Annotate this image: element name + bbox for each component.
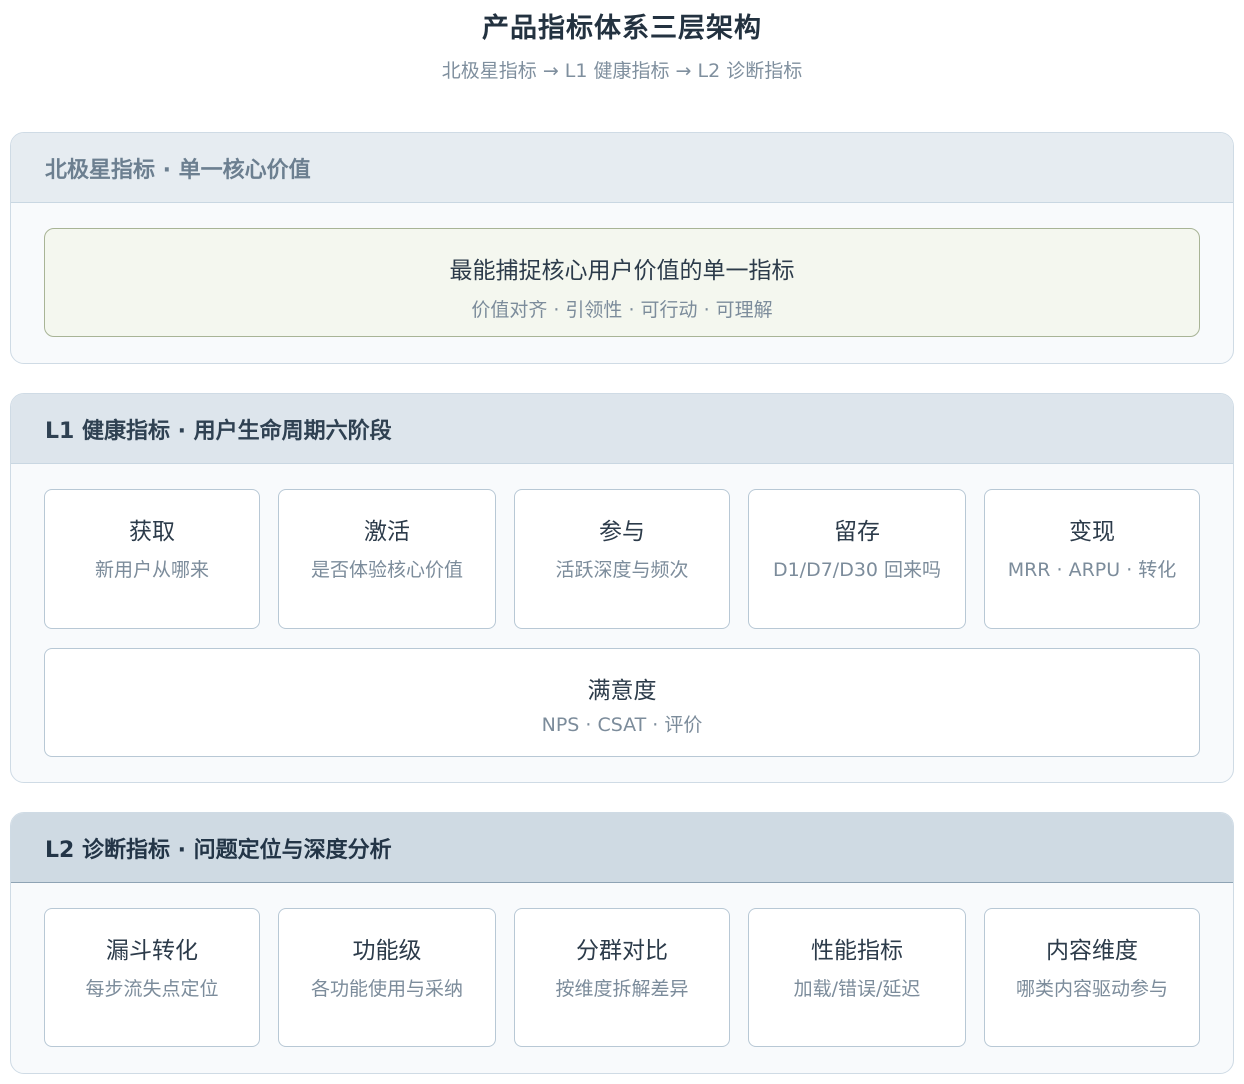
l1-card-title: 激活	[364, 519, 410, 545]
north-star-card: 最能捕捉核心用户价值的单一指标 价值对齐 · 引领性 · 可行动 · 可理解	[44, 228, 1200, 337]
l1-card-title: 获取	[129, 519, 175, 545]
l1-card-desc: 新用户从哪来	[94, 559, 209, 581]
l2-card-title: 漏斗转化	[106, 938, 198, 964]
l2-card-performance: 性能指标 加载/错误/延迟	[748, 908, 966, 1047]
l1-card-title: 留存	[834, 519, 880, 545]
l1-heading: L1 健康指标 · 用户生命周期六阶段	[11, 394, 1233, 464]
l1-card-acquisition: 获取 新用户从哪来	[44, 489, 260, 629]
l2-card-funnel: 漏斗转化 每步流失点定位	[44, 908, 260, 1047]
l1-card-retention: 留存 D1/D7/D30 回来吗	[748, 489, 966, 629]
l1-card-title: 参与	[599, 519, 645, 545]
north-star-card-desc: 价值对齐 · 引领性 · 可行动 · 可理解	[471, 299, 773, 321]
l1-card-activation: 激活 是否体验核心价值	[278, 489, 496, 629]
north-star-heading: 北极星指标 · 单一核心价值	[11, 133, 1233, 203]
l1-card-monetization: 变现 MRR · ARPU · 转化	[984, 489, 1200, 629]
l2-card-desc: 哪类内容驱动参与	[1015, 978, 1168, 1000]
north-star-card-title: 最能捕捉核心用户价值的单一指标	[449, 258, 795, 284]
l2-card-title: 性能指标	[811, 938, 903, 964]
l1-card-title: 变现	[1069, 519, 1115, 545]
l1-tier: L1 健康指标 · 用户生命周期六阶段 获取 新用户从哪来 激活 是否体验核心价…	[10, 393, 1234, 783]
l2-card-content: 内容维度 哪类内容驱动参与	[984, 908, 1200, 1047]
l1-card-desc: 活跃深度与频次	[555, 559, 689, 581]
l2-card-title: 内容维度	[1046, 938, 1138, 964]
l2-card-feature: 功能级 各功能使用与采纳	[278, 908, 496, 1047]
l2-heading: L2 诊断指标 · 问题定位与深度分析	[11, 813, 1233, 883]
north-star-tier: 北极星指标 · 单一核心价值 最能捕捉核心用户价值的单一指标 价值对齐 · 引领…	[10, 132, 1234, 364]
page-title: 产品指标体系三层架构	[482, 13, 762, 44]
l2-card-desc: 按维度拆解差异	[555, 978, 689, 1000]
l2-card-desc: 各功能使用与采纳	[310, 978, 463, 1000]
l1-card-satisfaction: 满意度 NPS · CSAT · 评价	[44, 648, 1200, 757]
l2-tier: L2 诊断指标 · 问题定位与深度分析 漏斗转化 每步流失点定位 功能级 各功能…	[10, 812, 1234, 1074]
l2-card-desc: 加载/错误/延迟	[793, 978, 921, 1000]
page-subtitle: 北极星指标 → L1 健康指标 → L2 诊断指标	[441, 60, 803, 82]
l2-card-title: 分群对比	[576, 938, 668, 964]
l1-card-desc: NPS · CSAT · 评价	[541, 714, 703, 736]
l1-card-desc: D1/D7/D30 回来吗	[772, 559, 942, 581]
l2-card-cohort: 分群对比 按维度拆解差异	[514, 908, 730, 1047]
l1-card-title: 满意度	[587, 678, 657, 704]
l1-card-engagement: 参与 活跃深度与频次	[514, 489, 730, 629]
l1-card-desc: 是否体验核心价值	[310, 559, 463, 581]
l1-card-desc: MRR · ARPU · 转化	[1007, 559, 1177, 581]
l2-card-title: 功能级	[352, 938, 422, 964]
l2-card-desc: 每步流失点定位	[85, 978, 219, 1000]
